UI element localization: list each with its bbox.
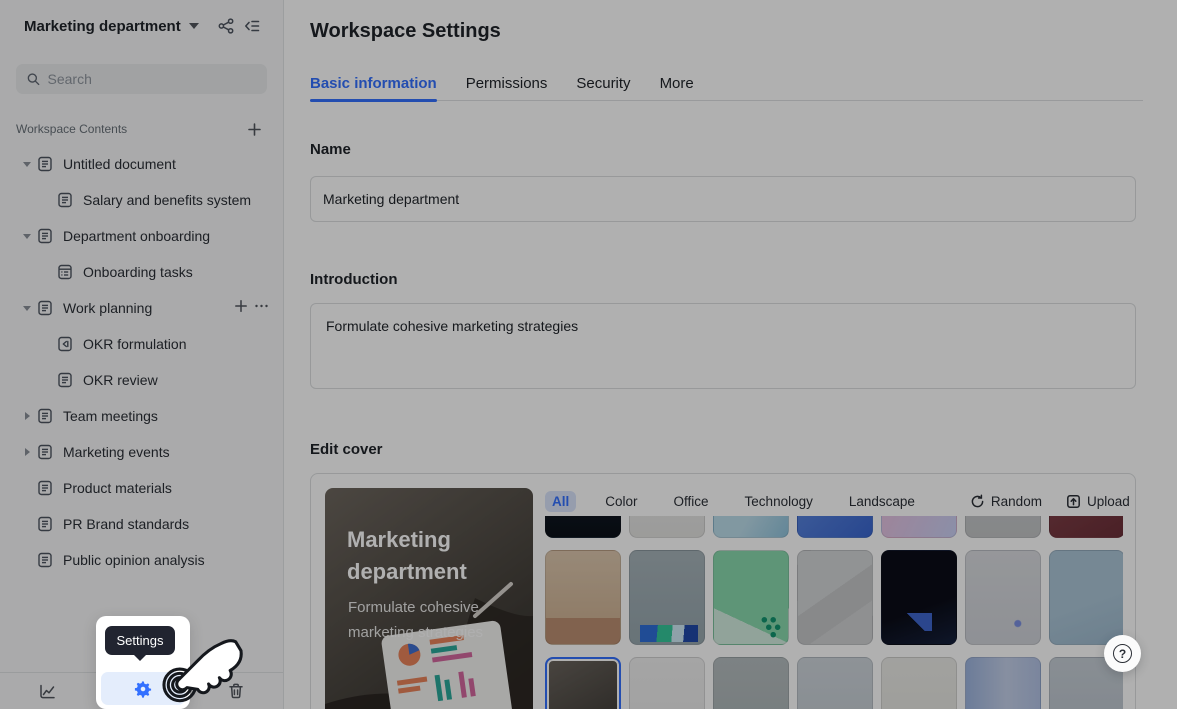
help-button[interactable]: ? [1104, 635, 1141, 672]
click-hand-icon [160, 614, 250, 709]
settings-tooltip-label: Settings [117, 633, 164, 648]
app-window: Marketing department [0, 0, 1177, 709]
dim-overlay [0, 0, 1177, 709]
question-circle-icon: ? [1113, 644, 1132, 663]
gear-icon [134, 680, 152, 698]
